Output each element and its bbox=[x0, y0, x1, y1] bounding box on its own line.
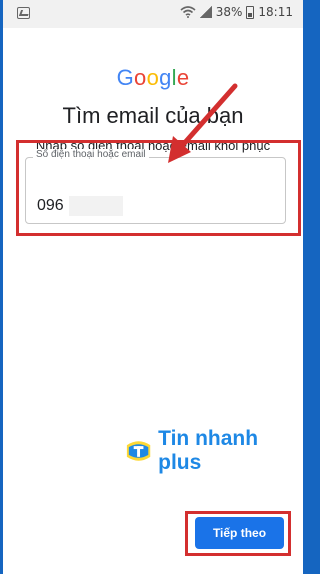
next-button[interactable]: Tiếp theo bbox=[195, 517, 284, 549]
logo-letter: e bbox=[176, 65, 190, 90]
phone-screen: 38% 18:11 Google Tìm email của bạn Nhập … bbox=[3, 0, 303, 574]
page-title: Tìm email của bạn bbox=[62, 103, 244, 128]
status-bar: 38% 18:11 bbox=[3, 0, 303, 28]
battery-percent: 38% bbox=[215, 5, 243, 19]
watermark-logo: Tin nhanh plus bbox=[123, 427, 303, 475]
wifi-icon bbox=[180, 6, 196, 18]
logo-letter: o bbox=[146, 65, 160, 90]
redacted-digits bbox=[69, 196, 123, 216]
watermark-text: Tin nhanh plus bbox=[158, 427, 259, 474]
clock: 18:11 bbox=[258, 5, 293, 19]
battery-icon bbox=[246, 5, 255, 19]
logo-letter: o bbox=[134, 65, 147, 90]
image-icon bbox=[17, 7, 30, 19]
phone-or-email-field[interactable] bbox=[25, 157, 286, 224]
logo-letter: g bbox=[159, 65, 172, 90]
signal-icon bbox=[199, 6, 212, 18]
logo-letter: G bbox=[116, 65, 135, 90]
watermark-icon bbox=[126, 441, 151, 461]
input-label: Số điện thoại hoặc email bbox=[33, 149, 149, 160]
status-indicators: 38% 18:11 bbox=[180, 5, 293, 19]
google-logo: Google bbox=[3, 65, 303, 91]
input-value[interactable]: 096 bbox=[37, 197, 64, 215]
